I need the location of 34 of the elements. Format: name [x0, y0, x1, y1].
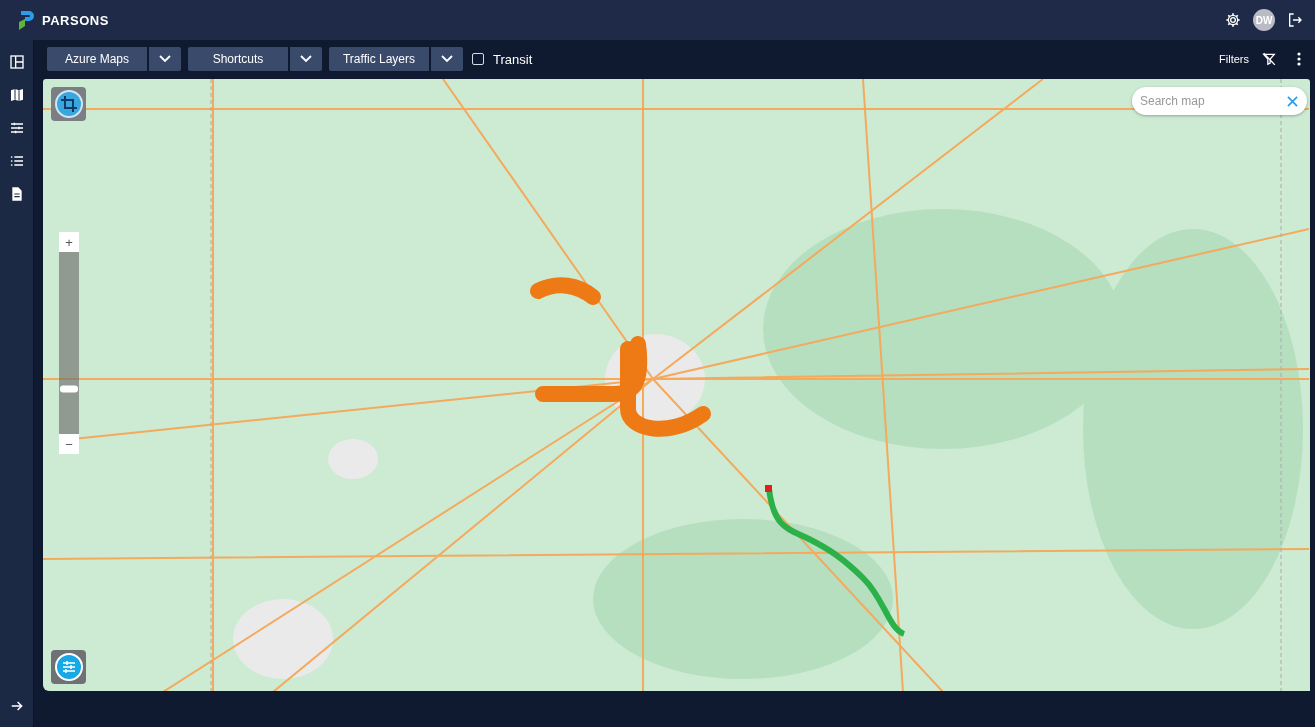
caret-icon — [159, 55, 171, 63]
crop-icon — [54, 90, 83, 118]
search-field[interactable]: Search map — [1132, 87, 1307, 115]
filters-label: Filters — [1219, 53, 1249, 65]
zoom-out-button[interactable]: − — [59, 434, 79, 454]
layer-dropdown-button[interactable]: Azure Maps — [47, 47, 147, 71]
map-icon[interactable] — [8, 87, 25, 103]
map-settings-button[interactable] — [51, 650, 86, 684]
layer-dropdown-button[interactable]: Traffic Layers — [329, 47, 429, 71]
filter-off-icon[interactable] — [1262, 52, 1276, 66]
logout-icon[interactable] — [1287, 12, 1303, 28]
dropdown-toggle[interactable] — [290, 47, 322, 71]
settings-icon[interactable] — [1225, 12, 1241, 28]
dropdown-toggle[interactable] — [149, 47, 181, 71]
map-placeholder[interactable]: + − Search map — [43, 79, 1310, 691]
zoom-slider-thumb[interactable] — [60, 385, 78, 392]
transit-checkbox[interactable] — [472, 53, 484, 65]
sliders-icon — [54, 653, 83, 681]
crop-button[interactable] — [51, 87, 86, 121]
brand-name: PARSONS — [42, 12, 109, 28]
dropdown-toggle[interactable] — [431, 47, 463, 71]
caret-icon — [300, 55, 312, 63]
caret-icon — [441, 55, 453, 63]
zoom-slider[interactable] — [59, 252, 79, 434]
layout-icon[interactable] — [8, 54, 25, 70]
close-icon[interactable] — [1287, 96, 1298, 107]
logo-icon — [18, 9, 36, 31]
zoom-in-button[interactable]: + — [59, 232, 79, 252]
expand-arrow-icon[interactable] — [9, 699, 24, 713]
more-options-icon[interactable] — [1297, 52, 1301, 66]
list-icon[interactable] — [8, 153, 25, 169]
transit-label: Transit — [493, 51, 533, 67]
sliders-icon[interactable] — [8, 120, 25, 136]
layer-dropdown-button[interactable]: Shortcuts — [188, 47, 288, 71]
